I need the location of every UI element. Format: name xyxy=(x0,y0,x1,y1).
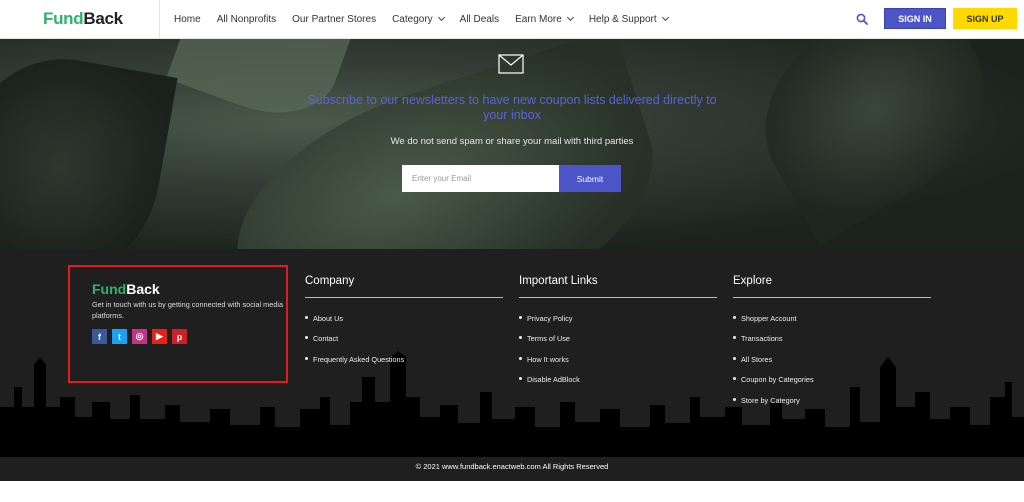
twitter-icon[interactable]: t xyxy=(112,329,127,344)
newsletter-title: Subscribe to our newsletters to have new… xyxy=(307,93,717,122)
facebook-icon[interactable]: f xyxy=(92,329,107,344)
submit-button[interactable]: Submit xyxy=(559,165,621,192)
footer-link[interactable]: Coupon by Categories xyxy=(733,375,931,395)
nav-item-home[interactable]: Home xyxy=(174,14,201,25)
footer-column-title: Company xyxy=(305,275,503,298)
nav-item-our-partner-stores[interactable]: Our Partner Stores xyxy=(292,14,376,25)
footer-link[interactable]: How It works xyxy=(519,355,717,375)
chevron-down-icon xyxy=(437,13,445,22)
site-logo[interactable]: FundBack xyxy=(43,9,123,29)
social-links: f t ◎ ▶ p xyxy=(92,329,187,344)
footer-column-important-links: Important Links Privacy Policy Terms of Us… xyxy=(519,275,717,396)
footer-link[interactable]: Privacy Policy xyxy=(519,314,717,334)
footer-column-explore: Explore Shopper Account Transactions All St… xyxy=(733,275,931,416)
nav-item-help-support[interactable]: Help & Support xyxy=(588,13,669,25)
copyright-text: © 2021 www.fundback.enactweb.com All Rig… xyxy=(415,462,609,471)
top-header: FundBack Home All Nonprofits Our Partner S… xyxy=(0,0,1024,39)
leaf-decoration xyxy=(730,39,1020,245)
sign-in-button[interactable]: SIGN IN xyxy=(884,8,946,29)
chevron-down-icon xyxy=(661,13,669,22)
footer-link[interactable]: Frequently Asked Questions xyxy=(305,355,503,375)
main-nav: Home All Nonprofits Our Partner Stores Cate… xyxy=(174,0,684,38)
footer-logo-fund: Fund xyxy=(92,281,127,297)
footer-column-title: Explore xyxy=(733,275,931,298)
nav-item-label: All Deals xyxy=(459,13,500,25)
newsletter-subtitle: We do not send spam or share your mail w… xyxy=(390,136,634,147)
footer-link-list: Privacy Policy Terms of Use How It works Di… xyxy=(519,314,717,396)
page-bottom xyxy=(0,481,1024,502)
footer-column-company: Company About Us Contact Frequently Asked Q… xyxy=(305,275,503,375)
site-footer: FundBack Get in touch with us by getting… xyxy=(0,249,1024,481)
nav-item-category[interactable]: Category xyxy=(392,13,445,25)
envelope-icon xyxy=(498,54,524,74)
footer-description: Get in touch with us by getting connecte… xyxy=(92,300,284,320)
nav-item-label: Category xyxy=(392,13,433,25)
footer-link[interactable]: Contact xyxy=(305,334,503,354)
footer-link[interactable]: Shopper Account xyxy=(733,314,931,334)
nav-item-label: Help & Support xyxy=(588,13,657,25)
footer-logo-back: Back xyxy=(126,281,160,297)
footer-link[interactable]: About Us xyxy=(305,314,503,334)
header-divider xyxy=(159,0,160,38)
youtube-icon[interactable]: ▶ xyxy=(152,329,167,344)
nav-item-label: Our Partner Stores xyxy=(292,13,377,25)
nav-item-label: Earn More xyxy=(515,13,562,25)
footer-link-list: Shopper Account Transactions All Stores Cou… xyxy=(733,314,931,416)
instagram-icon[interactable]: ◎ xyxy=(132,329,147,344)
footer-link[interactable]: Disable AdBlock xyxy=(519,375,717,395)
nav-item-label: All Nonprofits xyxy=(216,13,277,25)
footer-brand-panel: FundBack Get in touch with us by getting… xyxy=(68,265,288,383)
pinterest-icon[interactable]: p xyxy=(172,329,187,344)
footer-link[interactable]: Transactions xyxy=(733,334,931,354)
chevron-down-icon xyxy=(566,13,574,22)
leaf-decoration xyxy=(0,43,178,249)
nav-item-label: Home xyxy=(174,13,201,25)
footer-link[interactable]: Store by Category xyxy=(733,396,931,416)
logo-part-back: Back xyxy=(83,9,123,28)
nav-item-all-deals[interactable]: All Deals xyxy=(460,14,499,25)
footer-column-title: Important Links xyxy=(519,275,717,298)
logo-part-fund: Fund xyxy=(43,9,84,28)
newsletter-section: Subscribe to our newsletters to have new… xyxy=(0,39,1024,249)
email-input[interactable] xyxy=(402,165,559,192)
sign-up-button[interactable]: SIGN UP xyxy=(953,8,1017,29)
footer-link-list: About Us Contact Frequently Asked Question… xyxy=(305,314,503,375)
footer-logo[interactable]: FundBack xyxy=(92,281,160,297)
footer-link[interactable]: All Stores xyxy=(733,355,931,375)
search-icon[interactable] xyxy=(856,13,868,25)
footer-link[interactable]: Terms of Use xyxy=(519,334,717,354)
nav-item-all-nonprofits[interactable]: All Nonprofits xyxy=(217,14,276,25)
nav-item-earn-more[interactable]: Earn More xyxy=(515,13,574,25)
